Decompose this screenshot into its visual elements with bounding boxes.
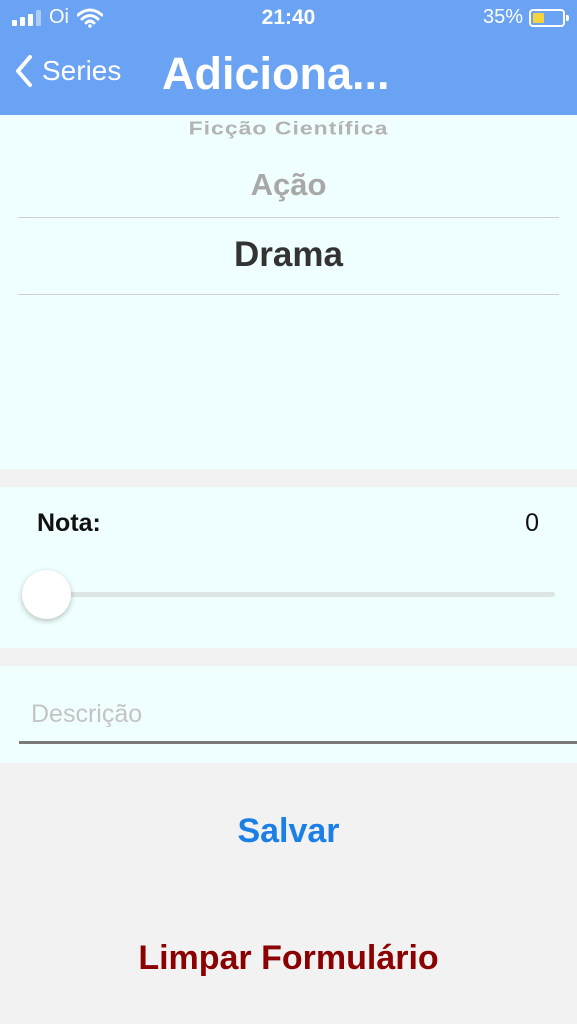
battery-percent: 35%	[482, 6, 523, 28]
status-right: 35%	[482, 6, 569, 29]
picker-option-ficcao-cientifica[interactable]: Ficção Científica	[0, 118, 577, 140]
rating-value: 0	[525, 509, 539, 537]
description-input[interactable]	[19, 688, 577, 744]
picker-selection-divider-bottom	[18, 294, 559, 295]
back-button[interactable]: Series	[14, 54, 121, 88]
description-section	[0, 666, 577, 763]
rating-section: Nota: 0	[0, 487, 577, 648]
rating-label: Nota:	[37, 509, 101, 537]
status-bar: Oi 21:40 35%	[0, 0, 577, 38]
rating-slider-track[interactable]	[45, 592, 555, 597]
genre-picker[interactable]: Ficção Científica Ação Drama	[0, 115, 577, 469]
clear-form-button[interactable]: Limpar Formulário	[0, 939, 577, 978]
app-header: Oi 21:40 35% Series Adiciona...	[0, 0, 577, 115]
chevron-left-icon	[16, 55, 32, 87]
battery-icon	[529, 8, 569, 27]
picker-option-drama-selected[interactable]: Drama	[0, 235, 577, 275]
save-button[interactable]: Salvar	[0, 812, 577, 851]
picker-option-acao[interactable]: Ação	[0, 167, 577, 203]
rating-slider-thumb[interactable]	[22, 570, 71, 619]
page-title: Adiciona...	[162, 48, 390, 99]
back-button-label: Series	[42, 55, 122, 86]
picker-selection-divider-top	[18, 217, 559, 218]
